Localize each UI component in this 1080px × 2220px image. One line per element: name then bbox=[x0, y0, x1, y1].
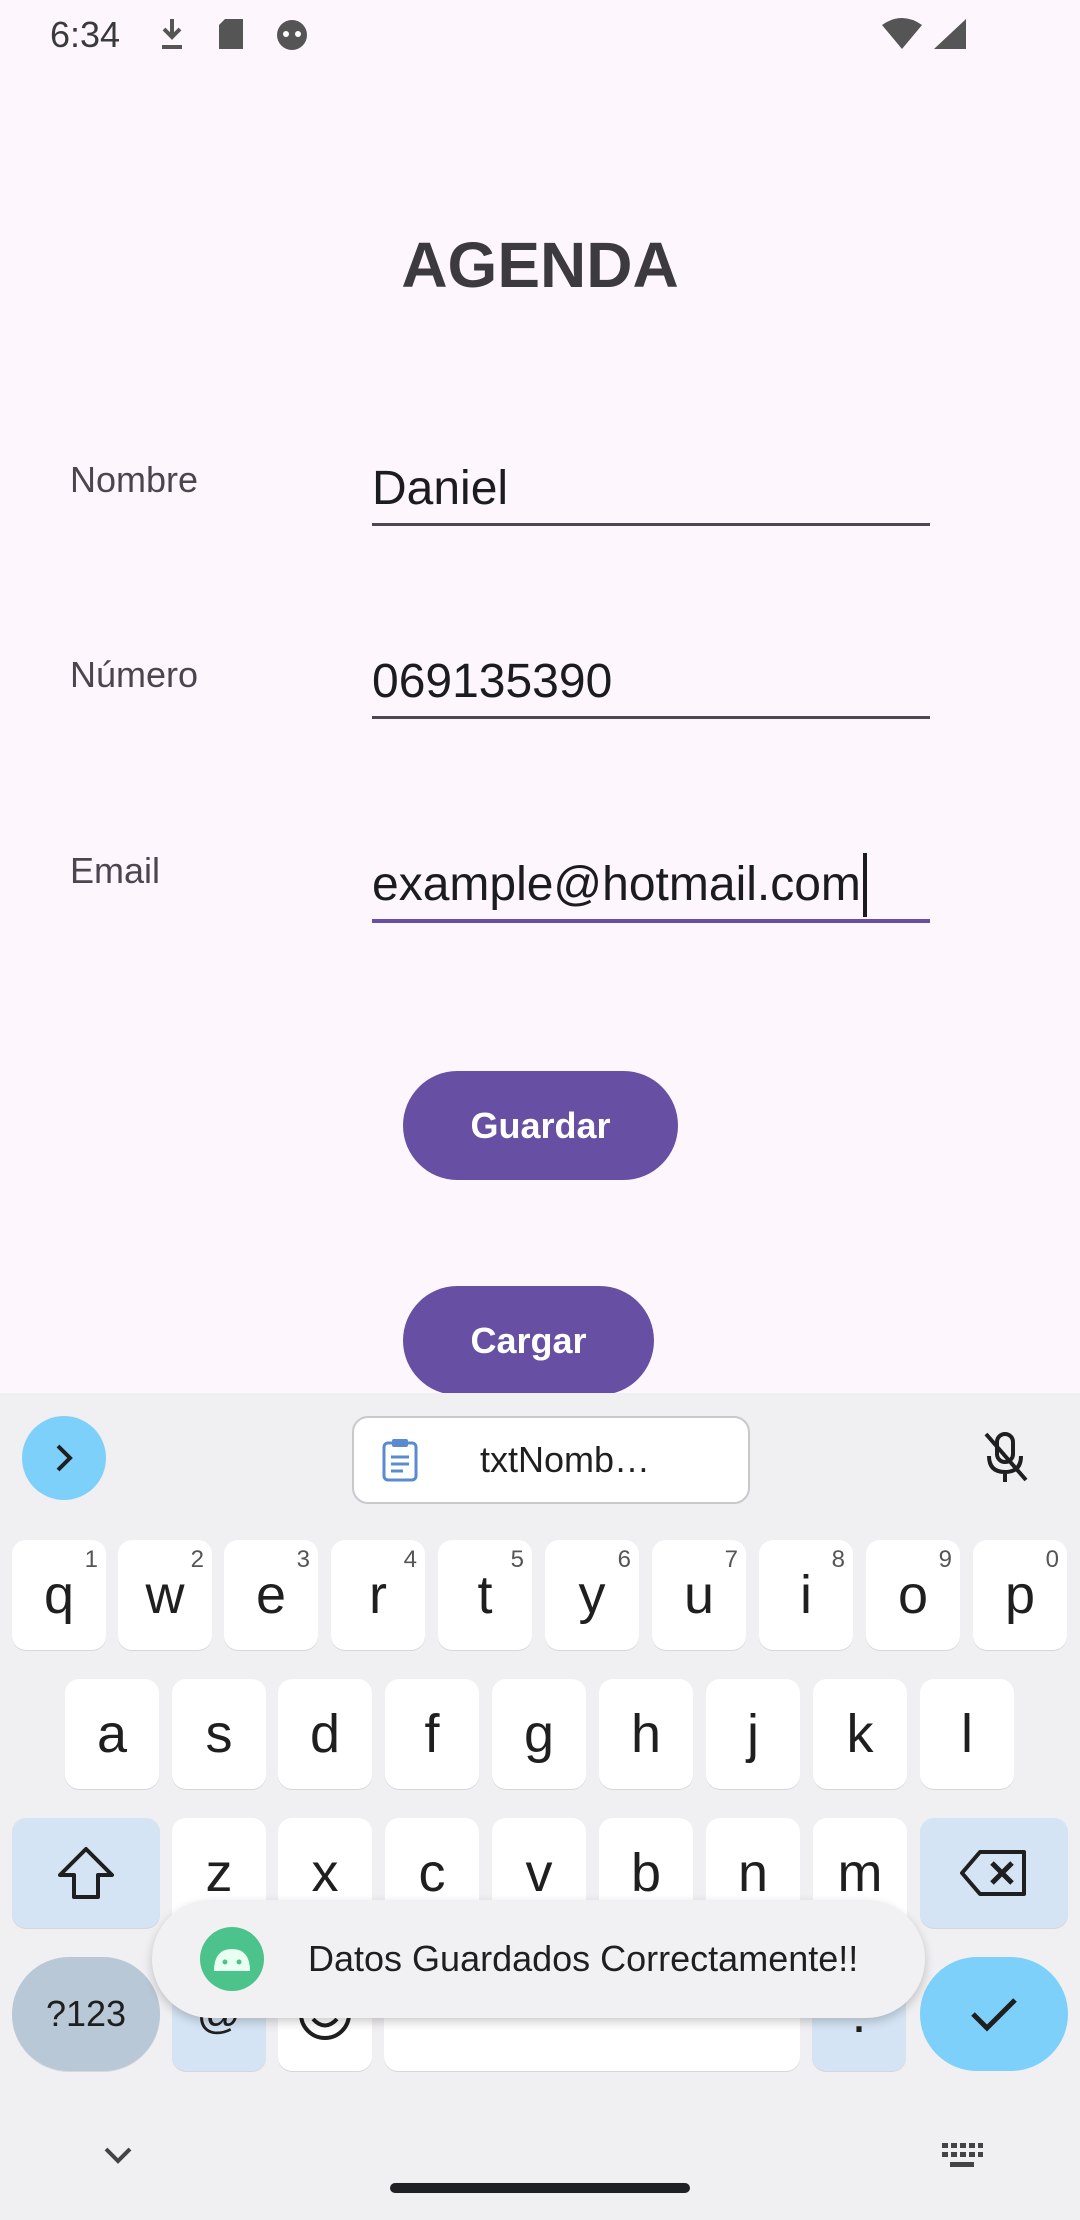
key-o[interactable]: o9 bbox=[866, 1540, 960, 1650]
key-w[interactable]: w2 bbox=[118, 1540, 212, 1650]
wifi-icon bbox=[880, 14, 924, 54]
number-field-value: 069135390 bbox=[372, 655, 613, 708]
shift-key[interactable] bbox=[12, 1818, 160, 1928]
key-t[interactable]: t5 bbox=[438, 1540, 532, 1650]
name-field-value: Daniel bbox=[372, 462, 509, 515]
hide-keyboard-icon[interactable] bbox=[98, 2135, 138, 2175]
clipboard-icon bbox=[382, 1439, 418, 1482]
checkmark-icon bbox=[971, 1998, 1017, 2032]
key-r[interactable]: r4 bbox=[331, 1540, 425, 1650]
download-icon bbox=[152, 14, 192, 54]
key-d[interactable]: d bbox=[278, 1679, 372, 1789]
suggestion-text: txtNomb… bbox=[480, 1439, 651, 1480]
load-button[interactable]: Cargar bbox=[403, 1286, 654, 1395]
key-h[interactable]: h bbox=[599, 1679, 693, 1789]
symbols-key[interactable]: ?123 bbox=[12, 1957, 160, 2071]
signal-icon bbox=[928, 14, 972, 54]
key-s[interactable]: s bbox=[172, 1679, 266, 1789]
sd-card-icon bbox=[212, 14, 252, 54]
key-j[interactable]: j bbox=[706, 1679, 800, 1789]
shift-icon bbox=[58, 1847, 114, 1899]
key-i[interactable]: i8 bbox=[759, 1540, 853, 1650]
key-k[interactable]: k bbox=[813, 1679, 907, 1789]
status-time: 6:34 bbox=[50, 14, 121, 55]
toast-message: Datos Guardados Correctamente!! bbox=[308, 1938, 859, 1979]
clipboard-suggestion-chip[interactable]: txtNomb… bbox=[352, 1416, 750, 1504]
backspace-icon bbox=[960, 1850, 1026, 1896]
key-q[interactable]: q1 bbox=[12, 1540, 106, 1650]
key-p[interactable]: p0 bbox=[973, 1540, 1067, 1650]
keyboard-switch-icon[interactable] bbox=[938, 2135, 986, 2175]
key-f[interactable]: f bbox=[385, 1679, 479, 1789]
text-cursor bbox=[862, 853, 867, 917]
email-field-value: example@hotmail.com bbox=[372, 858, 861, 911]
chevron-right-icon bbox=[56, 1444, 73, 1472]
page-title: AGENDA bbox=[401, 229, 679, 301]
toast-notification: Datos Guardados Correctamente!! bbox=[152, 1900, 925, 2018]
keyboard bbox=[0, 1393, 1080, 2220]
email-label: Email bbox=[70, 850, 161, 891]
number-label: Número bbox=[70, 654, 199, 695]
android-app-icon bbox=[200, 1927, 264, 1991]
key-e[interactable]: e3 bbox=[224, 1540, 318, 1650]
mic-off-icon[interactable] bbox=[980, 1430, 1030, 1486]
backspace-key[interactable] bbox=[920, 1818, 1068, 1928]
key-a[interactable]: a bbox=[65, 1679, 159, 1789]
key-y[interactable]: y6 bbox=[545, 1540, 639, 1650]
number-field[interactable]: 069135390 bbox=[372, 650, 930, 719]
name-label: Nombre bbox=[70, 459, 199, 500]
save-button[interactable]: Guardar bbox=[403, 1071, 678, 1180]
gesture-nav-bar[interactable] bbox=[390, 2183, 690, 2193]
email-field[interactable]: example@hotmail.com bbox=[372, 853, 930, 923]
key-g[interactable]: g bbox=[492, 1679, 586, 1789]
key-u[interactable]: u7 bbox=[652, 1540, 746, 1650]
done-key[interactable] bbox=[920, 1957, 1068, 2071]
expand-toolbar-button[interactable] bbox=[22, 1416, 106, 1500]
name-field[interactable]: Daniel bbox=[372, 457, 930, 526]
android-face-icon bbox=[272, 14, 312, 54]
key-l[interactable]: l bbox=[920, 1679, 1014, 1789]
